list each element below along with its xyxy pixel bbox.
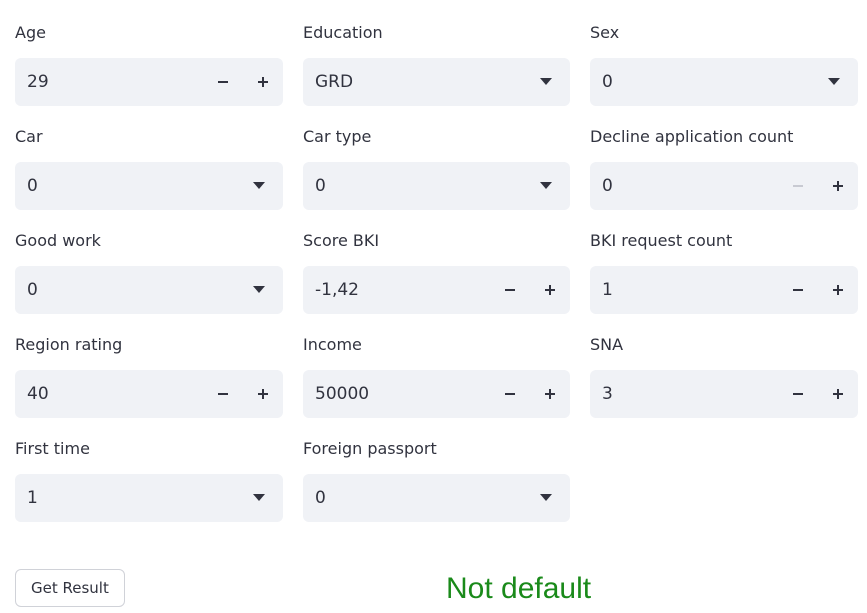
field-label: Sex — [590, 23, 620, 42]
field-label: Foreign passport — [303, 439, 437, 458]
field-first-time: First time 1 — [15, 436, 283, 522]
chevron-down-icon[interactable] — [522, 474, 570, 522]
minus-icon[interactable] — [778, 370, 818, 418]
car-select[interactable]: 0 — [15, 162, 283, 210]
sex-select[interactable]: 0 — [590, 58, 858, 106]
field-value[interactable]: 40 — [15, 384, 203, 404]
car-type-select[interactable]: 0 — [303, 162, 570, 210]
prediction-result: Not default — [446, 572, 592, 605]
field-value[interactable]: 50000 — [303, 384, 490, 404]
plus-icon[interactable] — [243, 58, 283, 106]
region-rating-number-input[interactable]: 40 — [15, 370, 283, 418]
field-sna: SNA 3 — [590, 332, 858, 418]
field-label: Income — [303, 335, 362, 354]
chevron-down-icon[interactable] — [810, 58, 858, 106]
field-label: Decline application count — [590, 127, 794, 146]
score-bki-number-input[interactable]: -1,42 — [303, 266, 570, 314]
plus-icon[interactable] — [530, 266, 570, 314]
foreign-passport-select[interactable]: 0 — [303, 474, 570, 522]
income-number-input[interactable]: 50000 — [303, 370, 570, 418]
bki-request-count-number-input[interactable]: 1 — [590, 266, 858, 314]
minus-icon[interactable] — [203, 370, 243, 418]
field-label: BKI request count — [590, 231, 733, 250]
first-time-select[interactable]: 1 — [15, 474, 283, 522]
input-form: Age 29 Education GRD Sex 0 Car 0 Car type 0 Declin… — [15, 20, 858, 522]
field-good-work: Good work 0 — [15, 228, 283, 314]
plus-icon[interactable] — [818, 370, 858, 418]
field-age: Age 29 — [15, 20, 283, 106]
chevron-down-icon[interactable] — [235, 162, 283, 210]
field-value[interactable]: 0 — [15, 280, 235, 300]
field-value[interactable]: -1,42 — [303, 280, 490, 300]
field-label: Car — [15, 127, 43, 146]
minus-icon — [778, 162, 818, 210]
field-value[interactable]: 0 — [590, 72, 810, 92]
field-car-type: Car type 0 — [303, 124, 570, 210]
field-car: Car 0 — [15, 124, 283, 210]
field-score-bki: Score BKI -1,42 — [303, 228, 570, 314]
minus-icon[interactable] — [490, 266, 530, 314]
good-work-select[interactable]: 0 — [15, 266, 283, 314]
app-page: Age 29 Education GRD Sex 0 Car 0 Car type 0 Declin… — [0, 0, 867, 613]
field-value[interactable]: 0 — [590, 176, 778, 196]
field-value[interactable]: GRD — [303, 72, 522, 92]
get-result-button[interactable]: Get Result — [15, 569, 125, 607]
field-label: Age — [15, 23, 46, 42]
field-sex: Sex 0 — [590, 20, 858, 106]
field-label: Education — [303, 23, 383, 42]
field-value[interactable]: 1 — [590, 280, 778, 300]
field-bki-request-count: BKI request count 1 — [590, 228, 858, 314]
age-number-input[interactable]: 29 — [15, 58, 283, 106]
field-label: Car type — [303, 127, 372, 146]
field-label: Score BKI — [303, 231, 380, 250]
plus-icon[interactable] — [818, 162, 858, 210]
field-region-rating: Region rating 40 — [15, 332, 283, 418]
field-value[interactable]: 0 — [303, 176, 522, 196]
field-education: Education GRD — [303, 20, 570, 106]
field-label: Good work — [15, 231, 101, 250]
plus-icon[interactable] — [530, 370, 570, 418]
field-label: SNA — [590, 335, 624, 354]
chevron-down-icon[interactable] — [522, 162, 570, 210]
field-value[interactable]: 0 — [15, 176, 235, 196]
minus-icon[interactable] — [203, 58, 243, 106]
sna-number-input[interactable]: 3 — [590, 370, 858, 418]
field-value[interactable]: 3 — [590, 384, 778, 404]
plus-icon[interactable] — [818, 266, 858, 314]
field-value[interactable]: 1 — [15, 488, 235, 508]
field-label: First time — [15, 439, 90, 458]
field-income: Income 50000 — [303, 332, 570, 418]
plus-icon[interactable] — [243, 370, 283, 418]
minus-icon[interactable] — [490, 370, 530, 418]
chevron-down-icon[interactable] — [235, 474, 283, 522]
field-foreign-passport: Foreign passport 0 — [303, 436, 570, 522]
minus-icon[interactable] — [778, 266, 818, 314]
chevron-down-icon[interactable] — [522, 58, 570, 106]
decline-application-count-number-input[interactable]: 0 — [590, 162, 858, 210]
field-value[interactable]: 29 — [15, 72, 203, 92]
field-decline-application-count: Decline application count 0 — [590, 124, 858, 210]
field-label: Region rating — [15, 335, 123, 354]
chevron-down-icon[interactable] — [235, 266, 283, 314]
education-select[interactable]: GRD — [303, 58, 570, 106]
actions: Get Result — [15, 569, 125, 607]
field-value[interactable]: 0 — [303, 488, 522, 508]
